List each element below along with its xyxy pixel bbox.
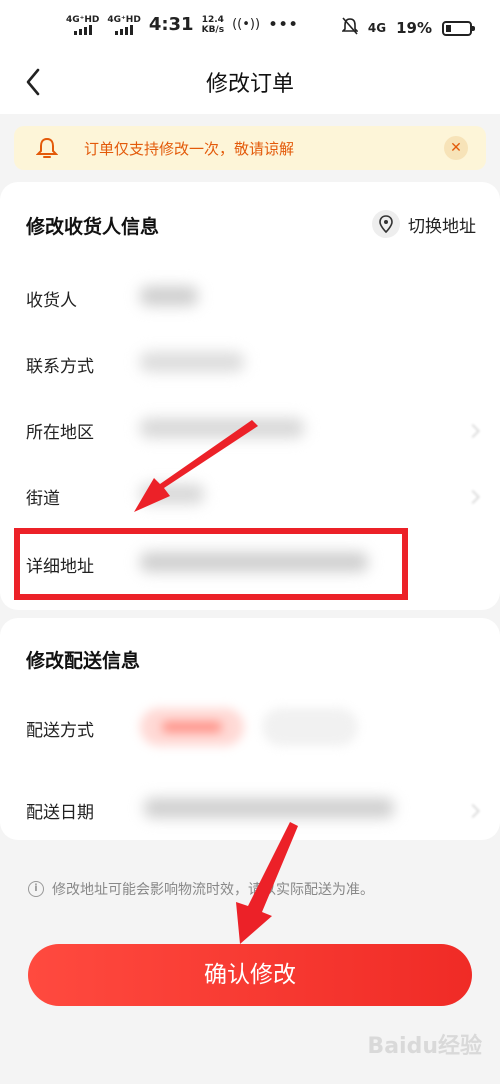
annotation-arrow-2 xyxy=(236,822,298,944)
annotation-arrows xyxy=(134,420,298,944)
annotation-arrow-1 xyxy=(134,420,258,512)
watermark: Baidu经验 xyxy=(367,1034,482,1059)
